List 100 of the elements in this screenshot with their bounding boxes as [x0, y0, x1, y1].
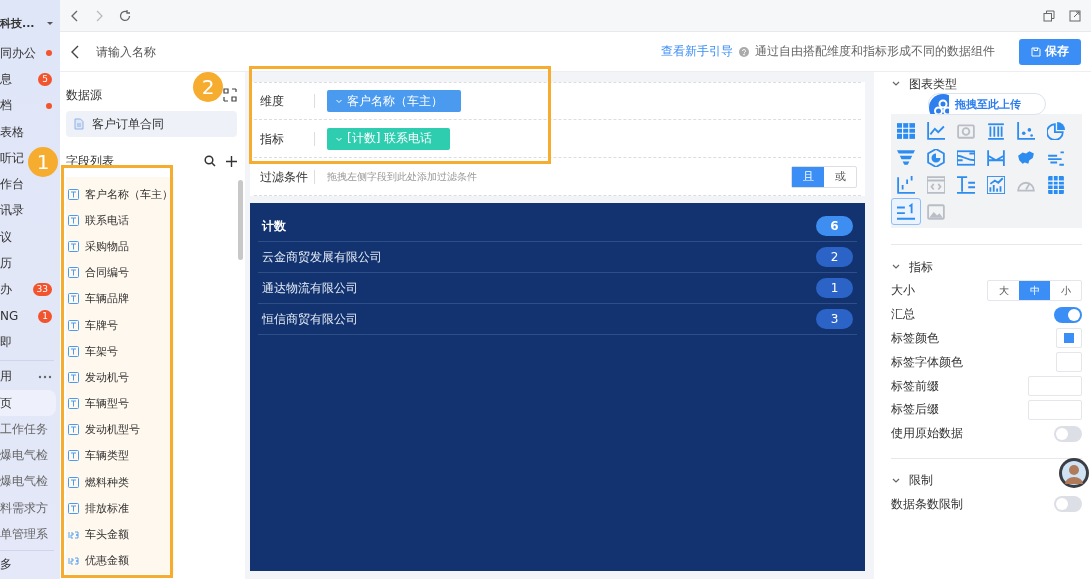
flow-chart-icon [957, 148, 975, 167]
sidebar-item[interactable]: 用 [0, 363, 60, 390]
field-item[interactable]: 车架号 [68, 338, 174, 365]
sidebar-item[interactable]: 作台 [0, 171, 24, 198]
sidebar-item[interactable]: 讯录 [0, 197, 24, 225]
field-item[interactable]: 联系电话 [68, 207, 174, 234]
code-icon [927, 175, 945, 194]
name-field[interactable]: 请输入名称 [94, 43, 238, 60]
bar-chart-icon [987, 121, 1005, 140]
help-icon[interactable] [739, 46, 749, 57]
more-icon[interactable] [38, 374, 52, 379]
restore-window-icon[interactable] [1043, 9, 1055, 22]
scrollbar[interactable] [238, 180, 243, 260]
toggle-switch[interactable] [1054, 425, 1082, 442]
size-option[interactable]: 大 [988, 281, 1019, 301]
field-item[interactable]: 排放标准 [68, 495, 174, 522]
row-name: 云金商贸发展有限公司 [262, 248, 382, 266]
field-item[interactable]: 采购物品 [68, 233, 174, 260]
sidebar-item[interactable]: 爆电气检 [0, 442, 48, 469]
field-item[interactable]: 车辆型号 [68, 390, 174, 417]
switch-source-icon[interactable] [223, 88, 237, 102]
size-option[interactable]: 小 [1050, 281, 1081, 301]
text-field-icon [68, 267, 79, 279]
field-item[interactable]: 优惠金额 [68, 547, 174, 574]
field-item[interactable]: 车牌号 [68, 311, 174, 339]
field-item[interactable]: 发动机型号 [68, 416, 174, 443]
bullet-chart-icon [987, 148, 1005, 167]
hexagon-chart-icon [927, 148, 945, 167]
toggle-switch[interactable] [1054, 306, 1082, 323]
color-picker[interactable] [1056, 328, 1082, 349]
sidebar-item[interactable]: 档 [0, 92, 60, 119]
field-item[interactable]: 车辆品牌 [68, 285, 174, 312]
drop-hint: 拖拽左侧字段到此处添加过滤条件 [327, 169, 478, 184]
add-icon[interactable] [226, 155, 237, 167]
workspace-name[interactable]: 科技... [0, 15, 35, 31]
sidebar-item[interactable]: 议 [0, 224, 12, 251]
count-badge: 3 [816, 309, 853, 329]
text-field[interactable] [1028, 399, 1082, 420]
field-item[interactable]: 合同编号 [68, 259, 174, 286]
sidebar-item[interactable]: 单管理系 [0, 521, 48, 548]
toggle-switch[interactable] [1054, 496, 1082, 513]
notification-dot [46, 50, 52, 57]
camera-icon [957, 121, 975, 140]
setting-label: 标签后缀 [891, 401, 939, 419]
count-badge: 1 [38, 309, 52, 323]
text-field-icon [68, 319, 79, 331]
text-field-icon [68, 214, 79, 226]
sidebar-item[interactable]: 听记 [0, 145, 24, 172]
table-chart-icon [897, 121, 915, 140]
trend-card-icon [987, 175, 1005, 194]
avatar-icon[interactable] [1059, 458, 1089, 488]
row-label: 维度 [254, 94, 315, 108]
sidebar-item[interactable]: 历 [0, 250, 12, 277]
setting-label: 标签前缀 [891, 377, 939, 395]
ranking-list-icon [897, 202, 915, 221]
image-icon [927, 202, 945, 221]
field-item[interactable]: 车辆类型 [68, 442, 174, 470]
reload-icon[interactable] [118, 8, 132, 23]
section-heading: 图表类型 [909, 75, 957, 93]
row-label: 过滤条件 [254, 169, 315, 184]
section-heading: 数据源 [66, 86, 102, 104]
setting-label: 标签颜色 [891, 330, 939, 347]
chart-type-option[interactable] [891, 198, 921, 225]
step-chart-icon [897, 175, 915, 194]
count-badge: 5 [38, 72, 52, 86]
color-picker[interactable] [1056, 352, 1082, 373]
external-window-icon[interactable] [1069, 9, 1081, 22]
search-icon[interactable] [204, 155, 216, 167]
sidebar-item[interactable]: 即 [0, 329, 12, 356]
field-item[interactable]: 发动机号 [68, 364, 174, 391]
text-field-icon [68, 293, 79, 305]
text-field-icon [68, 502, 79, 514]
sidebar-item[interactable]: 多 [0, 551, 60, 578]
text-field[interactable] [1028, 376, 1082, 397]
field-item[interactable]: 车头金额 [68, 521, 174, 548]
scatter-chart-icon [1017, 121, 1035, 140]
sidebar-item[interactable]: 页 [0, 389, 56, 417]
upload-drop-target[interactable]: 拖拽至此上传 [928, 93, 1046, 115]
field-item[interactable]: 燃料种类 [68, 469, 174, 496]
sidebar-item[interactable]: 息 5 [0, 66, 60, 93]
field-item[interactable]: 客户名称（车主） [68, 181, 174, 208]
text-field-icon [68, 398, 79, 410]
setting-label: 使用原始数据 [891, 425, 963, 443]
sidebar-item[interactable]: 爆电气检 [0, 468, 48, 496]
column-header: 计数 [262, 217, 286, 235]
sidebar-item[interactable]: 办 33 [0, 276, 60, 303]
sidebar-item[interactable]: 同办公 [0, 40, 60, 67]
logic-toggle[interactable]: 或 [824, 166, 856, 187]
caret-icon [335, 97, 343, 105]
guide-link[interactable]: 查看新手引导 [661, 43, 733, 60]
sidebar-item[interactable]: 表格 [0, 118, 24, 146]
text-field-icon [68, 476, 79, 488]
sidebar-item[interactable]: 料需求方 [0, 495, 48, 522]
caret-icon[interactable] [46, 19, 54, 27]
count-badge: 33 [32, 283, 52, 297]
document-icon [74, 118, 84, 130]
sidebar-item[interactable]: 工作任务 [0, 416, 48, 443]
sidebar-item[interactable]: NG 1 [0, 302, 60, 330]
data-source-item[interactable]: 客户订单合同 [66, 111, 237, 137]
count-badge: 6 [816, 216, 853, 236]
